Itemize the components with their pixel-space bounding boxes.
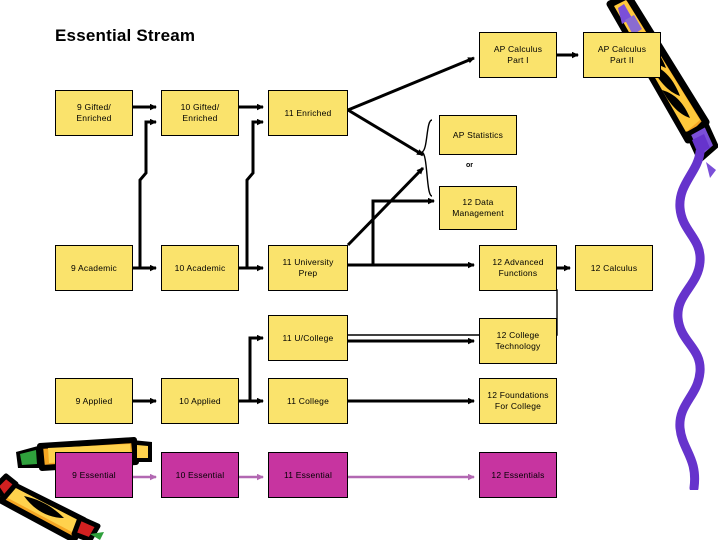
node-ap10[interactable]: 10 Applied xyxy=(161,378,239,424)
node-aps[interactable]: AP Statistics xyxy=(439,115,517,155)
node-ap9[interactable]: 9 Applied xyxy=(55,378,133,424)
arrow-e11-to-apcalc1 xyxy=(347,56,475,112)
node-e11[interactable]: 11 Enriched xyxy=(268,90,348,136)
option-brace xyxy=(419,119,433,197)
node-g10[interactable]: 10 Gifted/ Enriched xyxy=(161,90,239,136)
flowchart-canvas: Essential Stream or 9 Gifted/ Enriched 10… xyxy=(0,0,720,540)
node-es9[interactable]: 9 Essential xyxy=(55,452,133,498)
node-uc11[interactable]: 11 U/College xyxy=(268,315,348,361)
node-es12[interactable]: 12 Essentials xyxy=(479,452,557,498)
node-a9[interactable]: 9 Academic xyxy=(55,245,133,291)
node-up11[interactable]: 11 University Prep xyxy=(268,245,348,291)
node-cal12[interactable]: 12 Calculus xyxy=(575,245,653,291)
node-es11[interactable]: 11 Essential xyxy=(268,452,348,498)
node-es10[interactable]: 10 Essential xyxy=(161,452,239,498)
purple-squiggle-icon xyxy=(673,150,705,490)
page-title: Essential Stream xyxy=(55,26,196,45)
arrow-a9-to-g10 xyxy=(138,118,157,268)
node-a10[interactable]: 10 Academic xyxy=(161,245,239,291)
arrow-e11-to-brace xyxy=(347,108,424,157)
node-ct12[interactable]: 12 College Technology xyxy=(479,318,557,364)
node-apc1[interactable]: AP Calculus Part I xyxy=(479,32,557,78)
node-co11[interactable]: 11 College xyxy=(268,378,348,424)
or-label: or xyxy=(466,162,473,169)
arrow-up11-to-brace xyxy=(346,166,425,247)
arrow-a10-to-e11 xyxy=(245,118,264,268)
node-g9[interactable]: 9 Gifted/ Enriched xyxy=(55,90,133,136)
node-dm12[interactable]: 12 Data Management xyxy=(439,186,517,230)
node-af12[interactable]: 12 Advanced Functions xyxy=(479,245,557,291)
arrow-ap10-to-uc11 xyxy=(248,334,264,401)
node-fc12[interactable]: 12 Foundations For College xyxy=(479,378,557,424)
node-apc2[interactable]: AP Calculus Part II xyxy=(583,32,661,78)
